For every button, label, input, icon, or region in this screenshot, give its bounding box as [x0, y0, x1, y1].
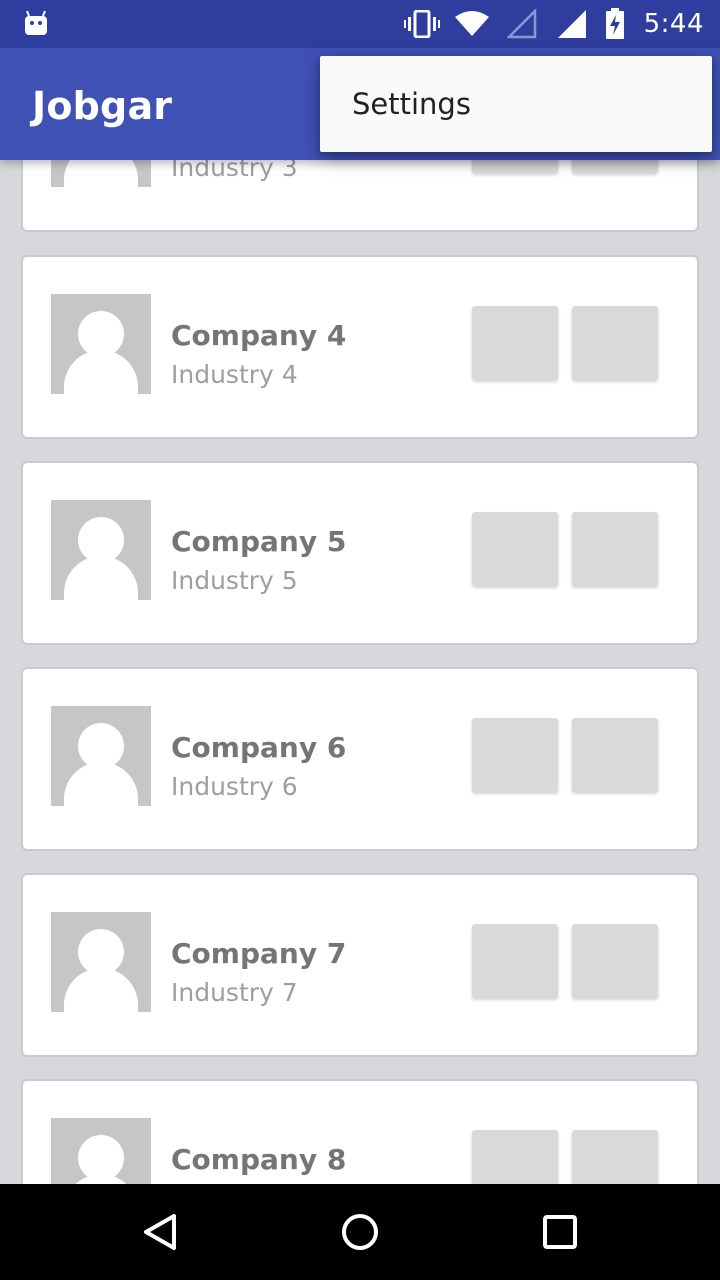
- card-action-button-1[interactable]: [472, 718, 558, 792]
- company-card-7[interactable]: Company 7 Industry 7: [21, 873, 699, 1057]
- company-name: Company 6: [171, 731, 347, 764]
- signal-full-icon: [554, 8, 590, 40]
- company-card-5[interactable]: Company 5 Industry 5: [21, 461, 699, 645]
- battery-charging-icon: [604, 8, 626, 40]
- company-list[interactable]: Industry 3 Company 4 Industry 4 Company …: [0, 0, 720, 1184]
- clock: 5:44: [643, 9, 704, 39]
- company-industry: Industry 6: [171, 772, 298, 801]
- company-card-6[interactable]: Company 6 Industry 6: [21, 667, 699, 851]
- card-action-button-1[interactable]: [472, 512, 558, 586]
- company-industry: Industry 4: [171, 360, 298, 389]
- company-avatar: [51, 706, 151, 806]
- overflow-menu: Settings: [320, 56, 712, 152]
- card-action-button-2[interactable]: [572, 512, 658, 586]
- company-avatar: [51, 500, 151, 600]
- android-icon: [25, 10, 47, 35]
- company-industry: Industry 5: [171, 566, 298, 595]
- home-icon[interactable]: [336, 1208, 384, 1256]
- card-action-button-2[interactable]: [572, 1130, 658, 1184]
- recents-icon[interactable]: [536, 1208, 584, 1256]
- company-avatar: [51, 1118, 151, 1184]
- menu-item-settings[interactable]: Settings: [320, 56, 712, 152]
- company-card-4[interactable]: Company 4 Industry 4: [21, 255, 699, 439]
- company-name: Company 7: [171, 937, 347, 970]
- app-title: Jobgar: [32, 84, 173, 128]
- card-action-button-1[interactable]: [472, 1130, 558, 1184]
- vibrate-icon: [403, 8, 440, 40]
- company-name: Company 4: [171, 319, 347, 352]
- company-name: Company 5: [171, 525, 347, 558]
- card-action-button-2[interactable]: [572, 306, 658, 380]
- wifi-icon: [454, 8, 490, 40]
- company-card-8[interactable]: Company 8: [21, 1079, 699, 1184]
- status-bar: 5:44: [0, 0, 720, 48]
- company-name: Company 8: [171, 1143, 347, 1176]
- signal-empty-icon: [504, 8, 540, 40]
- back-icon[interactable]: [136, 1208, 184, 1256]
- card-action-button-2[interactable]: [572, 924, 658, 998]
- company-avatar: [51, 294, 151, 394]
- card-action-button-1[interactable]: [472, 306, 558, 380]
- card-action-button-2[interactable]: [572, 718, 658, 792]
- company-industry: Industry 7: [171, 978, 298, 1007]
- card-action-button-1[interactable]: [472, 924, 558, 998]
- company-avatar: [51, 912, 151, 1012]
- screen: Industry 3 Company 4 Industry 4 Company …: [0, 0, 720, 1280]
- navigation-bar: [0, 1184, 720, 1280]
